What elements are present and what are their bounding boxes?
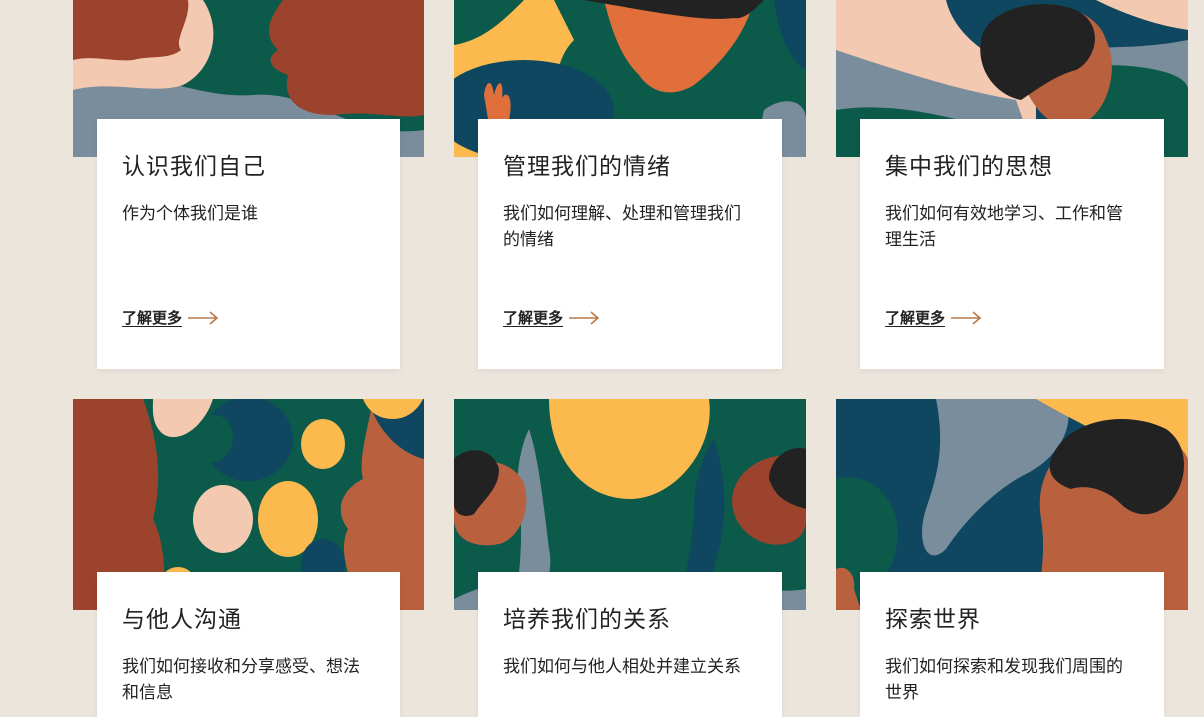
learn-more-label: 了解更多: [503, 309, 564, 327]
arrow-right-icon: [188, 310, 219, 325]
card-description: 我们如何接收和分享感受、想法和信息: [122, 657, 360, 703]
card-description: 我们如何理解、处理和管理我们的情绪: [503, 204, 741, 250]
topic-card-emotions: 管理我们的情绪 我们如何理解、处理和管理我们的情绪 了解更多: [478, 119, 782, 369]
learn-more-link[interactable]: 了解更多: [503, 307, 600, 328]
topic-card-communication: 与他人沟通 我们如何接收和分享感受、想法和信息: [97, 572, 400, 717]
topic-card-mind: 集中我们的思想 我们如何有效地学习、工作和管理生活 了解更多: [860, 119, 1164, 369]
topic-card-self: 认识我们自己 作为个体我们是谁 了解更多: [97, 119, 400, 369]
learn-more-label: 了解更多: [885, 309, 946, 327]
topic-card-world: 探索世界 我们如何探索和发现我们周围的世界: [860, 572, 1164, 717]
card-description: 我们如何有效地学习、工作和管理生活: [885, 204, 1123, 250]
card-title: 认识我们自己: [122, 154, 266, 180]
card-description: 我们如何与他人相处并建立关系: [503, 657, 741, 677]
card-title: 培养我们的关系: [503, 607, 671, 633]
learn-more-link[interactable]: 了解更多: [122, 307, 219, 328]
arrow-right-icon: [951, 310, 982, 325]
card-title: 探索世界: [885, 607, 981, 633]
arrow-right-icon: [569, 310, 600, 325]
learn-more-label: 了解更多: [122, 309, 183, 327]
card-description: 我们如何探索和发现我们周围的世界: [885, 657, 1123, 703]
card-title: 管理我们的情绪: [503, 154, 671, 180]
topic-card-relationships: 培养我们的关系 我们如何与他人相处并建立关系: [478, 572, 782, 717]
card-title: 集中我们的思想: [885, 154, 1053, 180]
card-description: 作为个体我们是谁: [122, 204, 258, 224]
learn-more-link[interactable]: 了解更多: [885, 307, 982, 328]
card-title: 与他人沟通: [122, 607, 242, 633]
